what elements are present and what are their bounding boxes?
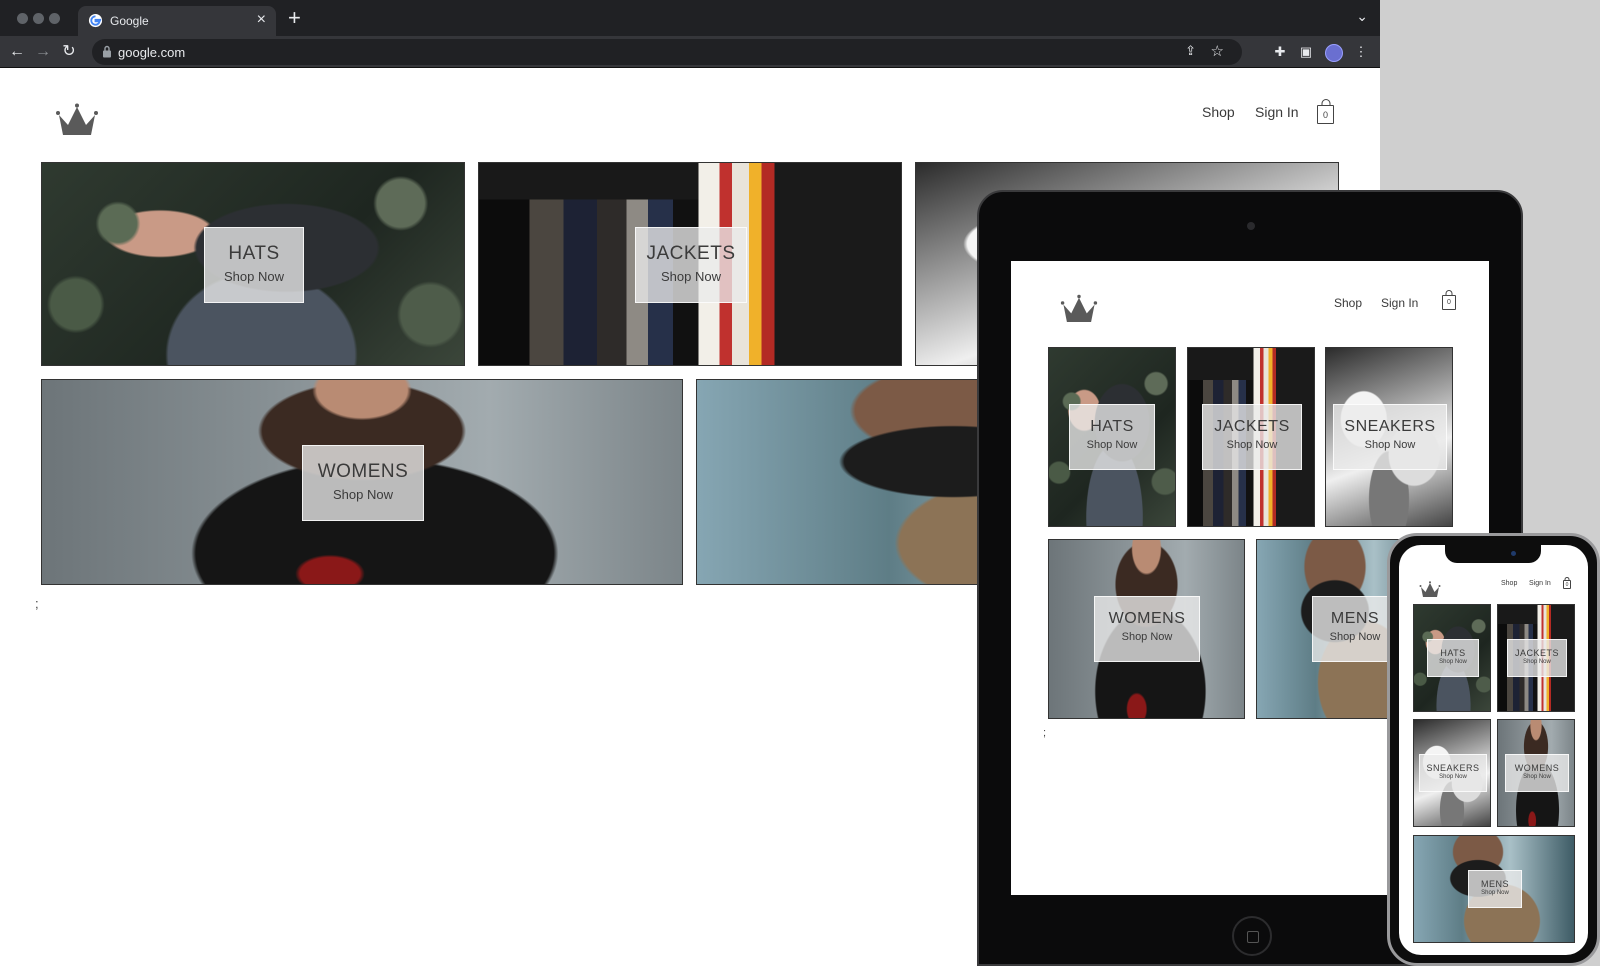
tile-hats[interactable]: HATS Shop Now	[1413, 604, 1491, 712]
url-text: google.com	[118, 45, 186, 60]
tile-jackets[interactable]: JACKETS Shop Now	[1497, 604, 1575, 712]
tile-title: WOMENS	[1108, 610, 1186, 627]
tab-title: Google	[110, 14, 149, 28]
browser-menu-icon[interactable]: ⋮	[1351, 42, 1371, 62]
tile-cta[interactable]: Shop Now	[1095, 631, 1199, 643]
tile-cta[interactable]: Shop Now	[636, 269, 746, 284]
tile-cta[interactable]: Shop Now	[1506, 774, 1568, 780]
nav-sign-in-link[interactable]: Sign In	[1255, 104, 1299, 120]
tile-womens[interactable]: WOMENS Shop Now	[1048, 539, 1245, 719]
tile-cta[interactable]: Shop Now	[1428, 659, 1478, 665]
tile-title: SNEAKERS	[1426, 763, 1480, 773]
side-panel-icon[interactable]: ▣	[1296, 42, 1316, 62]
sneakers-caption: SNEAKERS Shop Now	[1333, 404, 1447, 470]
phone-device: Shop Sign In 0 HATS Shop Now JACKETS Sho…	[1387, 533, 1600, 966]
jackets-caption: JACKETS Shop Now	[1202, 404, 1302, 470]
tile-hats[interactable]: HATS Shop Now	[1048, 347, 1176, 527]
phone-screen: Shop Sign In 0 HATS Shop Now JACKETS Sho…	[1399, 545, 1588, 955]
tile-sneakers[interactable]: SNEAKERS Shop Now	[1325, 347, 1453, 527]
extensions-puzzle-icon[interactable]: ✚	[1270, 42, 1290, 62]
google-favicon-icon	[88, 13, 103, 28]
profile-avatar[interactable]	[1325, 44, 1343, 62]
tile-title: SNEAKERS	[1344, 418, 1436, 435]
sneakers-caption: SNEAKERS Shop Now	[1419, 754, 1487, 792]
tile-cta[interactable]: Shop Now	[205, 269, 303, 284]
tile-cta[interactable]: Shop Now	[1469, 890, 1521, 896]
trailing-text: ;	[35, 596, 39, 611]
tile-cta[interactable]: Shop Now	[1508, 659, 1566, 665]
tile-mens[interactable]: MENS Shop Now	[1413, 835, 1575, 943]
tile-cta[interactable]: Shop Now	[1420, 774, 1486, 780]
tile-title: WOMENS	[317, 461, 409, 482]
address-bar[interactable]: google.com ⇪ ☆	[92, 39, 1242, 65]
hats-caption: HATS Shop Now	[1069, 404, 1155, 470]
hats-caption: HATS Shop Now	[1427, 639, 1479, 677]
cart-count: 0	[1447, 299, 1451, 306]
nav-sign-in-link[interactable]: Sign In	[1529, 580, 1551, 587]
trailing-text: ;	[1043, 727, 1047, 739]
window-zoom-dot[interactable]	[49, 13, 60, 24]
window-minimize-dot[interactable]	[33, 13, 44, 24]
nav-shop-link[interactable]: Shop	[1334, 296, 1362, 310]
tab-close-icon[interactable]: ×	[257, 11, 266, 29]
browser-tab[interactable]: Google ×	[78, 6, 276, 36]
jackets-caption: JACKETS Shop Now	[1507, 639, 1567, 677]
crown-logo-icon[interactable]	[1060, 294, 1098, 324]
mens-caption: MENS Shop Now	[1468, 870, 1522, 908]
reload-button[interactable]: ↻	[57, 40, 81, 64]
crown-logo-icon[interactable]	[1419, 581, 1441, 598]
tile-sneakers[interactable]: SNEAKERS Shop Now	[1413, 719, 1491, 827]
browser-title-bar: Google × + ⌄	[0, 0, 1380, 36]
shopping-bag-icon[interactable]: 0	[1317, 99, 1334, 124]
tile-title: JACKETS	[1214, 418, 1290, 435]
tile-title: HATS	[228, 243, 280, 264]
tile-jackets[interactable]: JACKETS Shop Now	[1187, 347, 1315, 527]
nav-shop-link[interactable]: Shop	[1501, 580, 1517, 587]
tablet-home-button[interactable]	[1232, 916, 1272, 956]
womens-caption: WOMENS Shop Now	[302, 445, 424, 521]
tile-womens[interactable]: WOMENS Shop Now	[41, 379, 683, 585]
womens-caption: WOMENS Shop Now	[1505, 754, 1569, 792]
tile-womens[interactable]: WOMENS Shop Now	[1497, 719, 1575, 827]
tile-cta[interactable]: Shop Now	[1334, 439, 1446, 451]
nav-shop-link[interactable]: Shop	[1202, 104, 1235, 120]
hats-caption: HATS Shop Now	[204, 227, 304, 303]
tab-search-chevron-icon[interactable]: ⌄	[1356, 8, 1368, 25]
womens-caption: WOMENS Shop Now	[1094, 596, 1200, 662]
forward-button[interactable]: →	[31, 40, 55, 64]
lock-icon	[103, 45, 111, 58]
tile-cta[interactable]: Shop Now	[1070, 439, 1154, 451]
tile-title: MENS	[1330, 610, 1380, 627]
tile-title: JACKETS	[646, 243, 736, 264]
bookmark-star-icon[interactable]: ☆	[1211, 42, 1224, 60]
shopping-bag-icon[interactable]: 0	[1442, 290, 1456, 310]
tile-hats[interactable]: HATS Shop Now	[41, 162, 465, 366]
tablet-camera	[1247, 222, 1255, 230]
tile-cta[interactable]: Shop Now	[303, 487, 423, 502]
tile-title: MENS	[1480, 879, 1509, 889]
cart-count: 0	[1565, 582, 1569, 588]
share-icon[interactable]: ⇪	[1185, 43, 1196, 59]
jackets-caption: JACKETS Shop Now	[635, 227, 747, 303]
tile-title: HATS	[1090, 418, 1134, 435]
cart-count: 0	[1322, 110, 1328, 120]
tile-jackets[interactable]: JACKETS Shop Now	[478, 162, 902, 366]
tile-title: JACKETS	[1514, 648, 1559, 658]
mockup-stage: Google × + ⌄ ← → ↻ google.com ⇪ ☆ ✚ ▣ ⋮	[0, 0, 1600, 966]
tile-cta[interactable]: Shop Now	[1313, 631, 1397, 643]
window-close-dot[interactable]	[17, 13, 28, 24]
browser-toolbar: ← → ↻ google.com ⇪ ☆ ✚ ▣ ⋮	[0, 36, 1380, 68]
mens-caption: MENS Shop Now	[1312, 596, 1398, 662]
back-button[interactable]: ←	[5, 40, 29, 64]
nav-sign-in-link[interactable]: Sign In	[1381, 296, 1418, 310]
tile-title: WOMENS	[1514, 763, 1560, 773]
tile-cta[interactable]: Shop Now	[1203, 439, 1301, 451]
phone-notch	[1445, 545, 1541, 563]
tile-title: HATS	[1440, 648, 1466, 658]
shopping-bag-icon[interactable]: 0	[1563, 577, 1571, 589]
crown-logo-icon[interactable]	[55, 103, 99, 137]
new-tab-button[interactable]: +	[288, 6, 301, 30]
